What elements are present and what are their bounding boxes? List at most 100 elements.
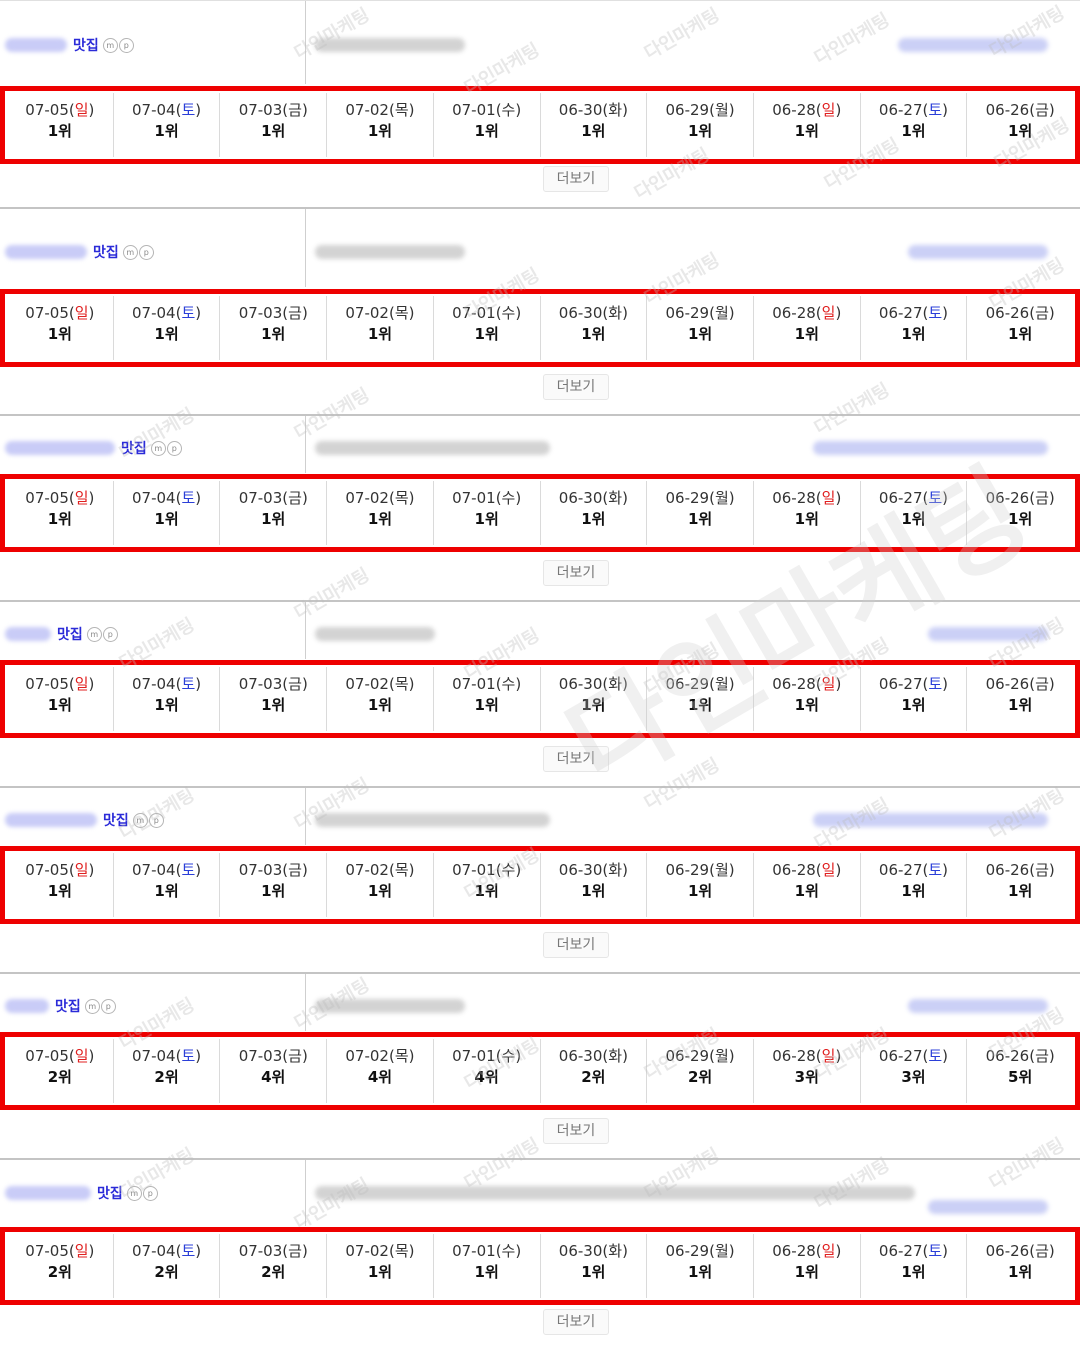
more-button[interactable]: 더보기 [543, 746, 609, 772]
date-text: 07-05 [25, 304, 69, 322]
place-name[interactable]: 맛집 m p [5, 810, 164, 830]
day-of-week: 일 [74, 101, 89, 119]
place-name[interactable]: 맛집 m p [5, 996, 116, 1016]
more-button[interactable]: 더보기 [543, 374, 609, 400]
blurred-link[interactable] [813, 441, 1048, 455]
more-button[interactable]: 더보기 [543, 560, 609, 586]
rank-cell: 06-27(토) 1위 [861, 296, 968, 360]
date-text: 07-02 [345, 675, 389, 693]
place-name[interactable]: 맛집 m p [5, 1183, 158, 1203]
rank-date: 07-04(토) [131, 489, 202, 507]
date-text: 06-28 [772, 304, 816, 322]
rank-cell: 06-30(화) 1위 [541, 667, 648, 731]
rank-date: 06-29(월) [665, 1242, 735, 1260]
rank-date: 07-02(목) [345, 675, 415, 693]
rank-cell: 06-28(일) 1위 [754, 93, 861, 157]
date-text: 06-26 [985, 489, 1030, 507]
rank-date: 06-29(월) [665, 101, 735, 119]
mobile-badge-icon: m [132, 812, 148, 828]
rank-date: 07-01(수) [452, 101, 522, 119]
rank-cell: 06-28(일) 1위 [754, 667, 861, 731]
rank-cell: 07-05(일) 1위 [7, 667, 114, 731]
keyword-label[interactable]: 맛집 [73, 35, 99, 55]
more-button[interactable]: 더보기 [543, 932, 609, 958]
more-button[interactable]: 더보기 [543, 1309, 609, 1335]
date-text: 07-02 [345, 101, 389, 119]
date-text: 06-26 [985, 1047, 1030, 1065]
rank-cell: 06-27(토) 3위 [861, 1039, 968, 1103]
blurred-link[interactable] [813, 813, 1048, 827]
rank-cell: 06-29(월) 1위 [647, 1234, 754, 1298]
date-text: 06-28 [772, 1047, 816, 1065]
date-text: 06-30 [558, 675, 603, 693]
rank-date: 06-30(화) [558, 1242, 628, 1260]
blurred-link[interactable] [908, 245, 1048, 259]
rank-cell: 07-02(목) 1위 [327, 93, 434, 157]
rank-history-row: 07-05(일) 1위 07-04(토) 1위 07-03(금) 1위 07-02(목) 1위… [7, 481, 1073, 545]
date-text: 06-26 [985, 1242, 1030, 1260]
rank-date: 07-01(수) [452, 1047, 522, 1065]
mp-badges: mp [150, 440, 182, 456]
rank-date: 06-28(일) [772, 101, 842, 119]
blurred-link[interactable] [898, 38, 1048, 52]
keyword-label[interactable]: 맛집 [103, 810, 129, 830]
rank-date: 06-30(화) [558, 1047, 628, 1065]
rank-date: 06-26(금) [985, 304, 1055, 322]
rank-date: 07-04(토) [131, 1242, 202, 1260]
day-of-week: 월 [714, 1242, 729, 1260]
rank-value: 1위 [261, 882, 286, 900]
mp-badges: mp [84, 998, 116, 1014]
date-text: 07-03 [238, 489, 283, 507]
rank-value: 1위 [901, 510, 926, 528]
more-button[interactable]: 더보기 [543, 166, 609, 192]
place-name[interactable]: 맛집 m p [5, 438, 182, 458]
date-text: 06-28 [772, 489, 816, 507]
date-text: 07-03 [238, 675, 283, 693]
blurred-link[interactable] [908, 999, 1048, 1013]
date-text: 07-03 [238, 101, 283, 119]
date-text: 07-01 [452, 1242, 496, 1260]
rank-date: 07-04(토) [131, 101, 202, 119]
rank-cell: 06-27(토) 1위 [861, 93, 968, 157]
date-text: 06-27 [878, 101, 923, 119]
place-badge-icon: p [102, 626, 118, 642]
blurred-link[interactable] [928, 1200, 1048, 1214]
mobile-badge-icon: m [150, 440, 166, 456]
day-of-week: 금 [288, 489, 302, 507]
blurred-place-name [5, 999, 49, 1013]
place-name[interactable]: 맛집 m p [5, 35, 134, 55]
keyword-label[interactable]: 맛집 [121, 438, 147, 458]
rank-value: 2위 [581, 1068, 606, 1086]
date-text: 07-02 [345, 1242, 389, 1260]
date-text: 07-04 [131, 489, 176, 507]
day-of-week: 금 [1035, 304, 1049, 322]
date-text: 06-29 [665, 489, 710, 507]
day-of-week: 화 [608, 489, 623, 507]
keyword-label[interactable]: 맛집 [55, 996, 81, 1016]
keyword-label[interactable]: 맛집 [93, 242, 119, 262]
date-text: 06-27 [878, 489, 923, 507]
date-text: 07-03 [238, 1047, 283, 1065]
date-text: 07-02 [345, 489, 389, 507]
blurred-place-name [5, 627, 51, 641]
more-button[interactable]: 더보기 [543, 1118, 609, 1144]
day-of-week: 금 [288, 861, 302, 879]
date-text: 07-04 [131, 1242, 176, 1260]
blurred-link[interactable] [928, 627, 1048, 641]
rank-value: 1위 [367, 696, 393, 714]
rank-cell: 07-04(토) 1위 [114, 481, 221, 545]
place-name[interactable]: 맛집 m p [5, 242, 154, 262]
date-text: 06-27 [878, 861, 923, 879]
rank-history-box: 07-05(일) 1위 07-04(토) 1위 07-03(금) 1위 07-02(목) 1위… [0, 846, 1080, 924]
day-of-week: 월 [714, 861, 729, 879]
place-name[interactable]: 맛집 m p [5, 624, 118, 644]
keyword-label[interactable]: 맛집 [97, 1183, 123, 1203]
rank-value: 1위 [47, 696, 72, 714]
rank-value: 1위 [581, 1263, 606, 1281]
rank-date: 07-05(일) [25, 1047, 95, 1065]
date-text: 07-04 [131, 304, 176, 322]
keyword-label[interactable]: 맛집 [57, 624, 83, 644]
rank-cell: 07-03(금) 1위 [220, 667, 328, 731]
day-of-week: 토 [928, 1242, 943, 1260]
rank-date: 07-03(금) [238, 489, 308, 507]
